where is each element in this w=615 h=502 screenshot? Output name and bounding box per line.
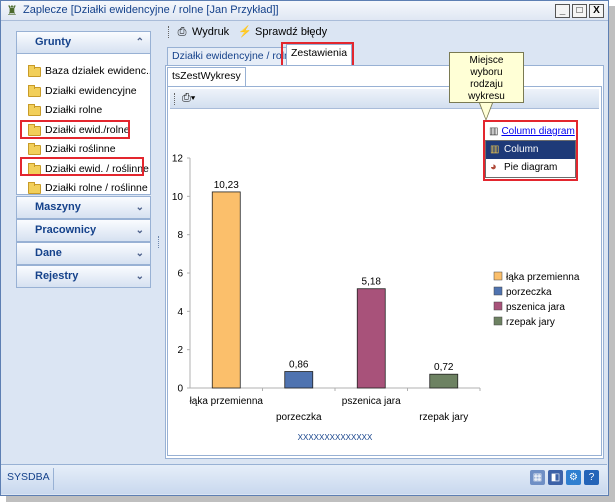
- callout-line: Miejsce: [469, 55, 504, 66]
- bar: [284, 371, 314, 389]
- toolbar-grip[interactable]: [174, 93, 177, 105]
- nav-group-maszyny[interactable]: Maszyny ⌄: [16, 196, 151, 219]
- column-chart: 0 2 4 6 8 10 12 10,23 łąka przemienna 0,86 porzecz…: [170, 150, 590, 450]
- bar: [429, 373, 459, 389]
- window-title: Zaplecze [Działki ewidencyjne / rolne [J…: [23, 4, 279, 16]
- chart-type-current: Column diagram: [501, 126, 575, 137]
- folder-icon: [28, 182, 41, 194]
- data-label: 10,23: [214, 180, 239, 191]
- folder-icon: [28, 65, 41, 77]
- chart-svg: 0 2 4 6 8 10 12 10,23 łąka przemienna 0,86 porzecz…: [172, 154, 580, 443]
- y-tick-label: 4: [177, 307, 183, 318]
- x-tick-label: rzepak jary: [419, 412, 468, 423]
- callout-line: wykresu: [468, 91, 505, 102]
- x-tick-label: łąka przemienna: [190, 396, 264, 407]
- toolbar-grip[interactable]: [168, 26, 171, 38]
- status-divider: [53, 468, 54, 490]
- nav-group-dane[interactable]: Dane ⌄: [16, 242, 151, 265]
- x-tick-label: porzeczka: [276, 412, 322, 423]
- chevron-down-icon[interactable]: ⌄: [136, 243, 144, 264]
- window-controls: _ □ X: [555, 4, 604, 18]
- print-dropdown-icon[interactable]: ⎙▾: [182, 92, 195, 105]
- nav-item-label: Baza działek ewidenc...: [45, 65, 150, 77]
- check-errors-button[interactable]: ⚡ Sprawdź błędy: [238, 24, 327, 40]
- chevron-down-icon[interactable]: ⌄: [136, 266, 144, 287]
- callout-line: wyboru: [470, 67, 503, 78]
- nav-item-label: Działki rolne / roślinne: [45, 182, 148, 194]
- nav-item-dzialki-ewidencyjne[interactable]: Działki ewidencyjne: [17, 82, 150, 102]
- lightning-icon: ⚡: [238, 26, 252, 38]
- legend-label: rzepak jary: [506, 317, 555, 328]
- legend-label: porzeczka: [506, 287, 552, 298]
- data-label: 0,72: [434, 362, 454, 373]
- grid-icon[interactable]: ▦: [530, 470, 545, 485]
- nav-item-baza-dzialek[interactable]: Baza działek ewidenc...: [17, 62, 150, 82]
- folder-icon: [28, 143, 41, 155]
- legend-swatch: [493, 286, 503, 296]
- help-icon[interactable]: ?: [584, 470, 599, 485]
- title-bar[interactable]: ♜ Zaplecze [Działki ewidencyjne / rolne …: [1, 1, 608, 21]
- highlight-ewid-rolne: [20, 120, 130, 139]
- nav-group-label: Dane: [35, 247, 62, 259]
- check-errors-label: Sprawdź błędy: [255, 26, 328, 38]
- panel-splitter[interactable]: [158, 236, 161, 248]
- chart-type-link[interactable]: ▥ Column diagram: [489, 125, 575, 139]
- y-tick-label: 6: [177, 269, 183, 280]
- highlight-ewid-roslinne: [20, 157, 144, 176]
- legend-swatch: [493, 316, 503, 326]
- nav-item-label: Działki roślinne: [45, 143, 116, 155]
- chevron-up-icon[interactable]: ⌃: [136, 32, 144, 53]
- status-bar: SYSDBA ▦ ◧ ⚙ ?: [1, 464, 607, 494]
- gear-icon[interactable]: ⚙: [566, 470, 581, 485]
- nav-group-pracownicy[interactable]: Pracownicy ⌄: [16, 219, 151, 242]
- nav-group-grunty[interactable]: Grunty ⌃: [16, 31, 151, 54]
- print-button[interactable]: ⎙ Wydruk: [175, 24, 230, 40]
- y-tick-label: 12: [172, 154, 184, 165]
- nav-group-label: Grunty: [35, 36, 72, 48]
- chevron-down-icon[interactable]: ⌄: [136, 220, 144, 241]
- chart-toolbar: ⎙▾: [170, 89, 599, 109]
- callout-line: rodzaju: [470, 79, 503, 90]
- y-tick-label: 8: [177, 230, 183, 241]
- data-label: 0,86: [289, 360, 309, 371]
- main-toolbar: ⎙ Wydruk ⚡ Sprawdź błędy: [165, 22, 605, 42]
- nav-group-rejestry[interactable]: Rejestry ⌄: [16, 265, 151, 288]
- y-tick-label: 0: [177, 384, 183, 395]
- callout-arrow: [480, 103, 492, 119]
- nav-item-dzialki-rolne[interactable]: Działki rolne: [17, 101, 150, 121]
- subtab-ts-zest-wykresy[interactable]: tsZestWykresy: [167, 67, 246, 86]
- x-tick-label: pszenica jara: [342, 396, 401, 407]
- x-axis-title: XXXXXXXXXXXXXX: [298, 433, 373, 442]
- database-icon[interactable]: ◧: [548, 470, 563, 485]
- bar-chart-icon: ▥: [489, 126, 499, 137]
- y-tick-label: 2: [177, 345, 183, 356]
- bar: [356, 288, 386, 389]
- nav-item-label: Działki rolne: [45, 104, 103, 116]
- legend-label: pszenica jara: [506, 302, 565, 313]
- bar: [211, 191, 241, 389]
- nav-group-label: Maszyny: [35, 201, 81, 213]
- folder-icon: [28, 84, 41, 97]
- printer-icon: ⎙: [177, 26, 187, 38]
- nav-group-label: Rejestry: [35, 270, 79, 282]
- status-db-user: SYSDBA: [7, 471, 50, 483]
- legend-swatch: [493, 271, 503, 281]
- tab-strip: Działki ewidencyjne / rolne Zestawienia: [165, 43, 605, 65]
- callout-note: Miejsce wyboru rodzaju wykresu: [449, 52, 524, 103]
- y-tick-label: 10: [172, 192, 184, 203]
- data-label: 5,18: [362, 277, 382, 288]
- print-label: Wydruk: [192, 26, 230, 38]
- legend-label: łąka przemienna: [506, 272, 580, 283]
- folder-icon: [28, 104, 41, 116]
- legend-swatch: [493, 301, 503, 311]
- nav-item-label: Działki ewidencyjne: [45, 84, 137, 97]
- close-button[interactable]: X: [589, 4, 604, 18]
- nav-group-label: Pracownicy: [35, 224, 97, 236]
- chevron-down-icon[interactable]: ⌄: [136, 197, 144, 218]
- maximize-button[interactable]: □: [572, 4, 587, 18]
- app-icon: ♜: [6, 3, 18, 18]
- minimize-button[interactable]: _: [555, 4, 570, 18]
- status-tray: ▦ ◧ ⚙ ?: [530, 470, 599, 485]
